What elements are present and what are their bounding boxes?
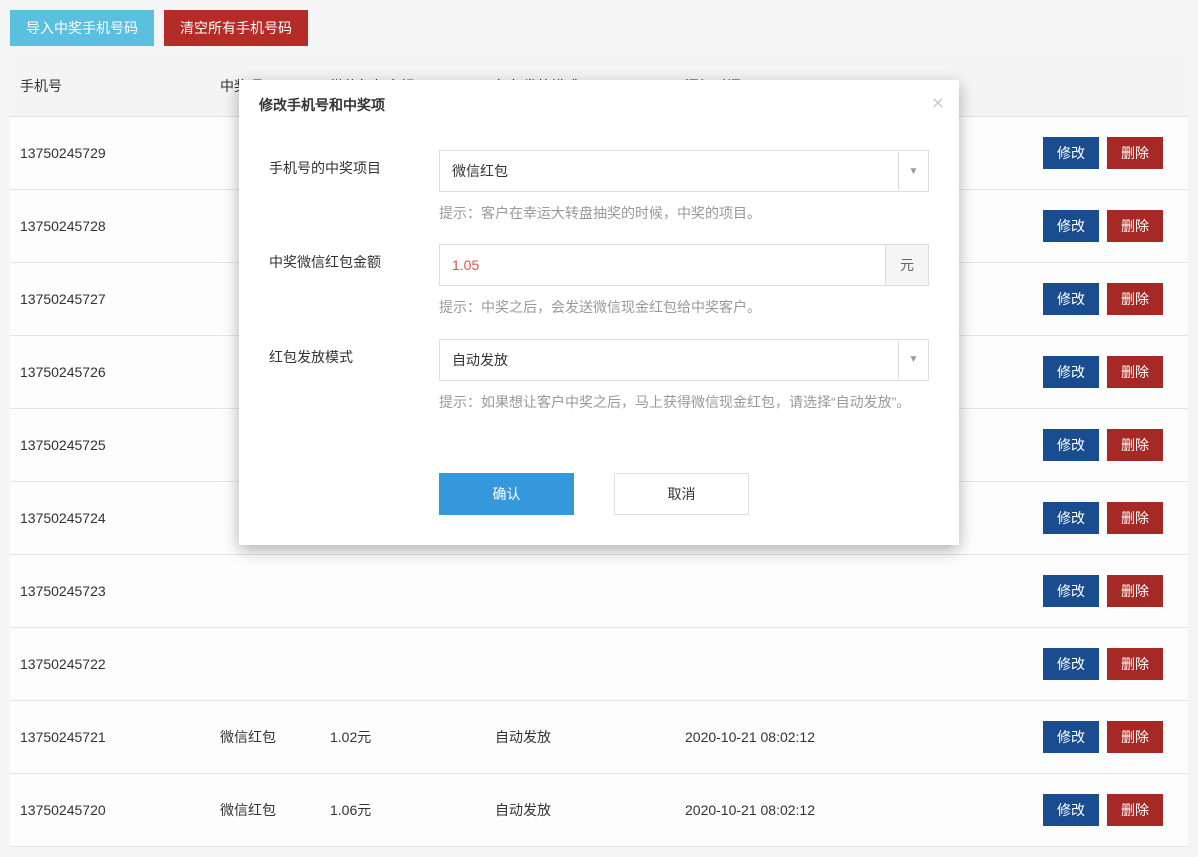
delete-button[interactable]: 删除: [1107, 721, 1163, 753]
amount-input[interactable]: [439, 244, 886, 286]
mode-hint: 提示：如果想让客户中奖之后，马上获得微信现金红包，请选择“自动发放”。: [439, 391, 929, 413]
table-row: 13750245720 微信红包 1.06元 自动发放 2020-10-21 0…: [10, 774, 1188, 847]
cell-phone: 13750245721: [10, 701, 210, 774]
prize-project-select[interactable]: 微信红包 ▼: [439, 150, 929, 192]
amount-unit: 元: [886, 244, 929, 286]
modal-title: 修改手机号和中奖项: [259, 97, 385, 113]
cell-time: 2020-10-21 08:02:12: [675, 701, 1008, 774]
edit-modal: 修改手机号和中奖项 × 手机号的中奖项目 微信红包 ▼ 提示：客户在幸运大转盘抽…: [239, 80, 959, 545]
modal-header: 修改手机号和中奖项 ×: [239, 80, 959, 130]
edit-button[interactable]: 修改: [1043, 721, 1099, 753]
delete-button[interactable]: 删除: [1107, 794, 1163, 826]
mode-label: 红包发放模式: [269, 339, 439, 367]
cell-time: 2020-10-21 08:02:12: [675, 774, 1008, 847]
close-icon[interactable]: ×: [932, 92, 944, 116]
modal-body: 手机号的中奖项目 微信红包 ▼ 提示：客户在幸运大转盘抽奖的时候，中奖的项目。 …: [239, 130, 959, 453]
cell-prize: 微信红包: [210, 774, 320, 847]
mode-select[interactable]: 自动发放 ▼: [439, 339, 929, 381]
prize-project-hint: 提示：客户在幸运大转盘抽奖的时候，中奖的项目。: [439, 202, 929, 224]
confirm-button[interactable]: 确认: [439, 473, 574, 515]
cell-mode: 自动发放: [485, 701, 675, 774]
mode-value: 自动发放: [440, 340, 898, 380]
modal-footer: 确认 取消: [239, 453, 959, 545]
prize-project-label: 手机号的中奖项目: [269, 150, 439, 178]
amount-hint: 提示：中奖之后，会发送微信现金红包给中奖客户。: [439, 296, 929, 318]
table-row: 13750245721 微信红包 1.02元 自动发放 2020-10-21 0…: [10, 701, 1188, 774]
cell-phone: 13750245720: [10, 774, 210, 847]
cell-amount: 1.06元: [320, 774, 485, 847]
edit-button[interactable]: 修改: [1043, 794, 1099, 826]
cell-amount: 1.02元: [320, 701, 485, 774]
cancel-button[interactable]: 取消: [614, 473, 749, 515]
cell-prize: 微信红包: [210, 701, 320, 774]
amount-label: 中奖微信红包金额: [269, 244, 439, 272]
chevron-down-icon: ▼: [898, 341, 928, 379]
cell-mode: 自动发放: [485, 774, 675, 847]
prize-project-value: 微信红包: [440, 151, 898, 191]
chevron-down-icon: ▼: [898, 152, 928, 190]
modal-backdrop: 修改手机号和中奖项 × 手机号的中奖项目 微信红包 ▼ 提示：客户在幸运大转盘抽…: [0, 0, 1198, 705]
